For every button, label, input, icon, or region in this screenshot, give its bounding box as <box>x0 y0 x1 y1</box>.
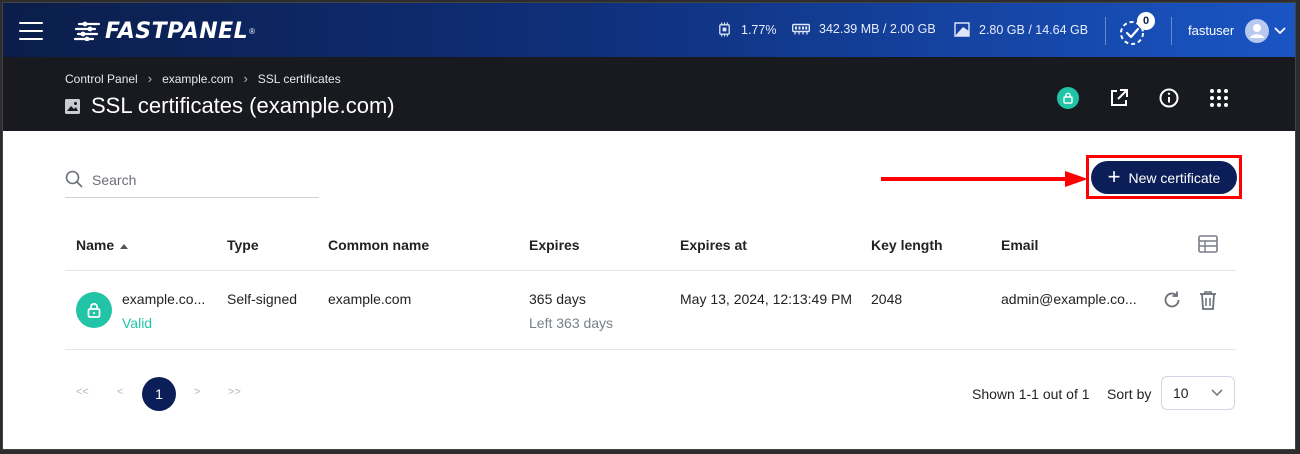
annotation-arrow <box>881 171 1088 187</box>
prev-page-button[interactable]: < <box>117 386 123 398</box>
next-page-button[interactable]: > <box>194 386 200 398</box>
disk-stat[interactable]: 2.80 GB / 14.64 GB <box>954 22 1088 37</box>
chevron-right-icon: › <box>243 71 248 86</box>
apps-grid-icon[interactable] <box>1208 87 1230 109</box>
cert-expires: 365 days <box>529 291 586 307</box>
divider <box>1171 17 1172 45</box>
username[interactable]: fastuser <box>1188 23 1234 38</box>
cpu-icon <box>719 22 730 37</box>
certificate-status-icon <box>76 292 112 328</box>
page-title-wrap: SSL certificates (example.com) <box>65 93 395 119</box>
divider <box>1105 17 1106 45</box>
sort-by-label: Sort by <box>1107 386 1152 402</box>
table-settings-icon[interactable] <box>1198 235 1218 253</box>
chevron-down-icon <box>1211 389 1223 397</box>
new-certificate-label: New certificate <box>1128 169 1221 186</box>
first-page-button[interactable]: << <box>76 386 89 398</box>
breadcrumb-item[interactable]: Control Panel <box>65 72 138 86</box>
cpu-stat[interactable]: 1.77% <box>717 22 776 37</box>
tasks-count-badge: 0 <box>1137 12 1155 30</box>
search-input[interactable] <box>92 168 317 192</box>
cert-type: Self-signed <box>227 291 298 307</box>
logo-reg: ® <box>249 26 256 36</box>
logo-mark-icon <box>73 21 101 41</box>
divider <box>65 349 1236 350</box>
breadcrumb: Control Panel › example.com › SSL certif… <box>65 71 341 86</box>
ram-icon <box>792 23 810 35</box>
lock-icon <box>1063 92 1073 104</box>
breadcrumb-item: SSL certificates <box>257 71 341 86</box>
cert-name[interactable]: example.co... <box>122 291 205 307</box>
page-size-select[interactable]: 10 <box>1161 376 1235 410</box>
ram-value: 342.39 MB / 2.00 GB <box>819 22 936 36</box>
breadcrumb-item[interactable]: example.com <box>162 72 233 86</box>
cert-expires-at: May 13, 2024, 12:13:49 PM <box>680 291 852 307</box>
search-icon <box>65 170 83 188</box>
ram-stat[interactable]: 342.39 MB / 2.00 GB <box>792 22 936 36</box>
logo-text: FASTPANEL <box>105 18 249 44</box>
column-header-type[interactable]: Type <box>227 237 259 253</box>
column-header-expires-at[interactable]: Expires at <box>680 237 747 253</box>
divider <box>65 270 1236 271</box>
menu-icon[interactable] <box>19 22 43 40</box>
page-header: Control Panel › example.com › SSL certif… <box>3 57 1295 131</box>
info-icon[interactable] <box>1158 87 1180 109</box>
column-header-email[interactable]: Email <box>1001 237 1038 253</box>
top-bar: FASTPANEL ® 1.77% 342.39 MB / 2.00 GB 2.8… <box>3 3 1295 57</box>
results-count: Shown 1-1 out of 1 <box>972 386 1090 402</box>
cpu-value: 1.77% <box>741 22 777 37</box>
cert-email: admin@example.co... <box>1001 291 1137 307</box>
cert-key-length: 2048 <box>871 291 903 307</box>
plus-icon: + <box>1107 163 1121 189</box>
column-header-expires[interactable]: Expires <box>529 237 580 253</box>
ssl-status-icon[interactable] <box>1057 87 1079 109</box>
new-certificate-button[interactable]: + New certificate <box>1091 161 1237 194</box>
column-header-common-name[interactable]: Common name <box>328 237 429 253</box>
cert-days-left: Left 363 days <box>529 315 614 331</box>
external-link-icon[interactable] <box>1108 87 1130 109</box>
avatar[interactable] <box>1245 19 1269 43</box>
column-header-name[interactable]: Name <box>76 237 129 253</box>
column-header-key-length[interactable]: Key length <box>871 237 943 253</box>
disk-value: 2.80 GB / 14.64 GB <box>979 22 1089 37</box>
user-icon <box>1250 24 1264 38</box>
image-icon <box>65 98 80 114</box>
chevron-down-icon[interactable] <box>1274 26 1286 36</box>
renew-icon[interactable] <box>1161 289 1183 311</box>
last-page-button[interactable]: >> <box>228 386 241 398</box>
logo[interactable]: FASTPANEL ® <box>73 18 255 44</box>
current-page-button[interactable]: 1 <box>142 377 176 411</box>
sort-asc-icon <box>120 243 129 249</box>
search-box <box>65 168 319 198</box>
disk-icon <box>954 22 970 37</box>
app-window: FASTPANEL ® 1.77% 342.39 MB / 2.00 GB 2.8… <box>2 2 1296 450</box>
page-title: SSL certificates (example.com) <box>91 93 395 118</box>
chevron-right-icon: › <box>147 71 153 86</box>
cert-status: Valid <box>122 315 153 331</box>
lock-icon <box>87 302 101 318</box>
cert-common-name: example.com <box>328 291 412 307</box>
page-size-value: 10 <box>1173 385 1189 401</box>
delete-icon[interactable] <box>1197 289 1219 311</box>
